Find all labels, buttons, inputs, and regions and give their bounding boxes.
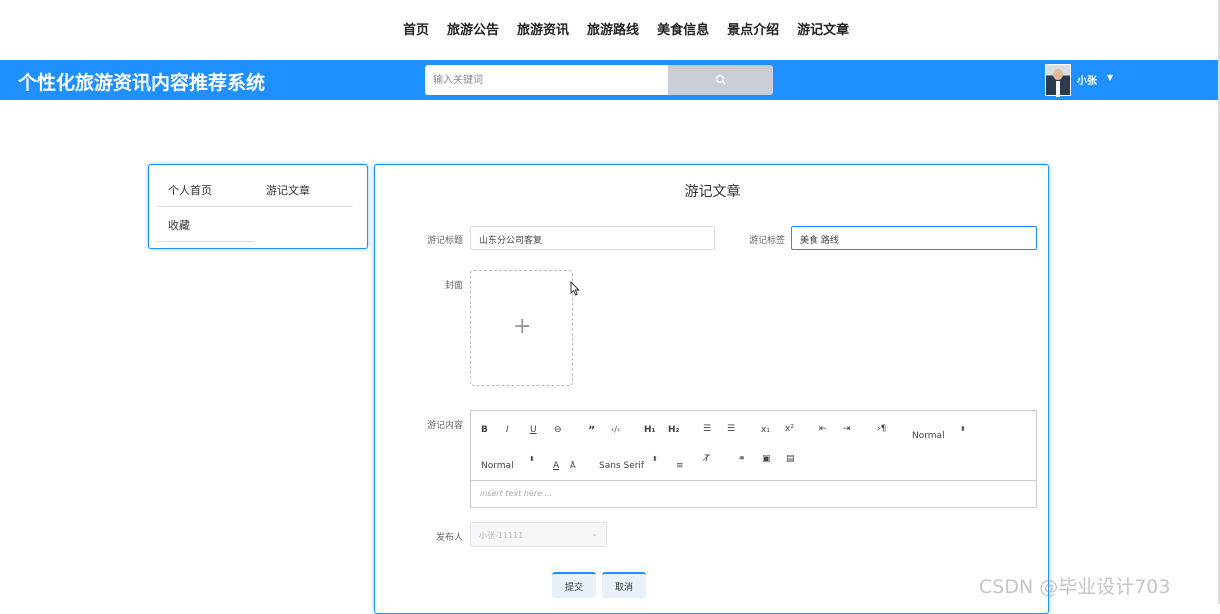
- nav-attractions[interactable]: 景点介绍: [718, 22, 788, 40]
- avatar-face: [1053, 69, 1063, 80]
- publisher-select: 小张-11111 ⌄: [470, 522, 607, 547]
- tags-label: 游记标签: [748, 236, 785, 246]
- avatar-shirt: [1056, 81, 1060, 97]
- heading1-icon[interactable]: H₁: [644, 425, 655, 435]
- cover-label: 封面: [444, 281, 463, 291]
- caret-down-icon[interactable]: ▼: [1107, 73, 1113, 82]
- submit-button[interactable]: 提交: [552, 572, 596, 598]
- csdn-watermark: CSDN @毕业设计703: [979, 576, 1171, 598]
- site-title: 个性化旅游资讯内容推荐系统: [18, 72, 266, 94]
- video-icon[interactable]: ▤: [786, 454, 795, 464]
- background-color-icon[interactable]: Ā: [570, 461, 575, 470]
- editor-content[interactable]: insert text here ...: [480, 489, 552, 498]
- size-select[interactable]: Normal: [481, 461, 514, 471]
- search-input[interactable]: [425, 65, 669, 95]
- sidebar-item-profile[interactable]: 个人首页: [168, 182, 212, 198]
- bold-icon[interactable]: B: [481, 425, 488, 435]
- link-icon[interactable]: ⚭: [738, 454, 746, 464]
- publisher-value: 小张-11111: [479, 531, 524, 540]
- strikethrough-icon[interactable]: ⊖: [554, 425, 562, 435]
- topnav-menu: 首页 旅游公告 旅游资讯 旅游路线 美食信息 景点介绍 游记文章: [394, 22, 858, 40]
- sidebar-item-favorites[interactable]: 收藏: [168, 217, 190, 233]
- clear-format-icon[interactable]: T̸: [704, 454, 710, 464]
- nav-routes[interactable]: 旅游路线: [578, 22, 648, 40]
- text-color-icon[interactable]: A: [553, 461, 559, 471]
- underline-icon[interactable]: U: [530, 425, 537, 435]
- title-label: 游记标题: [426, 236, 463, 246]
- publisher-label: 发布人: [435, 533, 463, 543]
- select-arrows-icon: ⬍: [960, 425, 966, 433]
- editor-toolbar: B I U ⊖ ” ‹/› H₁ H₂ ☰ ☰ x₁ x² ⇤ ⇥ ›¶ Nor…: [471, 411, 1036, 481]
- subscript-icon[interactable]: x₁: [761, 425, 770, 435]
- chevron-down-icon: ⌄: [591, 529, 598, 538]
- nav-announcements[interactable]: 旅游公告: [438, 22, 508, 40]
- mouse-cursor-icon: [570, 281, 580, 296]
- header-select[interactable]: Normal: [912, 431, 945, 441]
- title-input[interactable]: 山东分公司客复: [470, 226, 715, 250]
- italic-icon[interactable]: I: [506, 425, 509, 435]
- font-select[interactable]: Sans Serif: [599, 461, 644, 471]
- search-icon: [715, 74, 726, 85]
- travel-note-form-panel: 游记文章 游记标题 山东分公司客复 游记标签 美食 路线 封面 + 游记内容 B…: [374, 164, 1049, 614]
- indent-icon[interactable]: ⇥: [843, 424, 851, 434]
- align-icon[interactable]: ≡: [676, 461, 684, 471]
- blockquote-icon[interactable]: ”: [588, 424, 595, 437]
- rich-text-editor: B I U ⊖ ” ‹/› H₁ H₂ ☰ ☰ x₁ x² ⇤ ⇥ ›¶ Nor…: [470, 410, 1037, 508]
- tags-input[interactable]: 美食 路线: [791, 226, 1037, 250]
- header-bar: 个性化旅游资讯内容推荐系统 小张 ▼: [0, 60, 1218, 100]
- search-button[interactable]: [668, 65, 773, 95]
- nav-food[interactable]: 美食信息: [648, 22, 718, 40]
- select-arrows-icon: ⬍: [529, 455, 535, 463]
- superscript-icon[interactable]: x²: [785, 424, 794, 434]
- code-icon[interactable]: ‹/›: [611, 425, 620, 434]
- sidebar-divider: [157, 241, 255, 242]
- nav-home[interactable]: 首页: [394, 22, 438, 40]
- cancel-button[interactable]: 取消: [602, 572, 646, 598]
- user-sidebar: 个人首页 游记文章 收藏: [148, 164, 368, 249]
- content-label: 游记内容: [426, 421, 463, 431]
- sidebar-item-travel-notes[interactable]: 游记文章: [266, 182, 310, 198]
- image-icon[interactable]: ▣: [762, 454, 771, 464]
- nav-news[interactable]: 旅游资讯: [508, 22, 578, 40]
- bullet-list-icon[interactable]: ☰: [727, 424, 735, 434]
- username[interactable]: 小张: [1077, 72, 1097, 87]
- ordered-list-icon[interactable]: ☰: [703, 424, 711, 434]
- form-title: 游记文章: [684, 184, 741, 200]
- sidebar-divider: [157, 206, 353, 207]
- outdent-icon[interactable]: ⇤: [819, 424, 827, 434]
- nav-travel-notes[interactable]: 游记文章: [788, 22, 858, 40]
- plus-icon: +: [513, 314, 532, 339]
- cover-upload[interactable]: +: [470, 270, 573, 386]
- top-navigation: 首页 旅游公告 旅游资讯 旅游路线 美食信息 景点介绍 游记文章: [0, 0, 1220, 60]
- avatar[interactable]: [1045, 64, 1071, 97]
- heading2-icon[interactable]: H₂: [668, 425, 679, 435]
- select-arrows-icon: ⬍: [652, 455, 658, 463]
- text-direction-icon[interactable]: ›¶: [877, 424, 886, 434]
